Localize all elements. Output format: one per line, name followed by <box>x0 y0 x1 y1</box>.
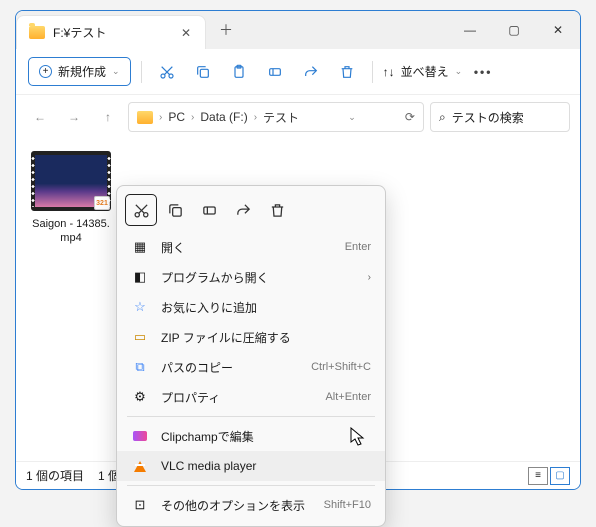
address-bar[interactable]: › PC › Data (F:) › テスト ⌄ ⟳ <box>128 102 424 132</box>
properties-icon: ⚙ <box>131 388 149 406</box>
ctx-copy-path[interactable]: ⧉パスのコピーCtrl+Shift+C <box>117 352 385 382</box>
new-button[interactable]: + 新規作成 ⌄ <box>28 57 131 86</box>
window-controls: ― ▢ ✕ <box>448 11 580 49</box>
ctx-cut-icon[interactable] <box>125 194 157 226</box>
open-icon: ▦ <box>131 238 149 256</box>
clipchamp-icon <box>131 427 149 445</box>
sort-button[interactable]: ↑↓ 並べ替え ⌄ <box>383 63 463 80</box>
forward-button[interactable]: → <box>60 103 88 131</box>
ctx-share-icon[interactable] <box>227 194 259 226</box>
chevron-right-icon: › <box>368 272 371 283</box>
up-button[interactable]: ↑ <box>94 103 122 131</box>
rename-icon[interactable] <box>260 57 290 87</box>
ctx-favorite[interactable]: ☆お気に入りに追加 <box>117 292 385 322</box>
chevron-right-icon: › <box>191 112 194 123</box>
tab-active[interactable]: F:¥テスト ✕ <box>16 15 206 49</box>
new-label: 新規作成 <box>58 63 106 80</box>
tab-title: F:¥テスト <box>53 24 171 41</box>
search-box[interactable]: ⌕ テストの検索 <box>430 102 570 132</box>
folder-icon <box>29 26 45 39</box>
ctx-open-with[interactable]: ◧プログラムから開く› <box>117 262 385 292</box>
back-button[interactable]: ← <box>26 103 54 131</box>
paste-icon[interactable] <box>224 57 254 87</box>
ctx-properties[interactable]: ⚙プロパティAlt+Enter <box>117 382 385 412</box>
crumb-drive[interactable]: Data (F:) <box>200 110 247 124</box>
delete-icon[interactable] <box>332 57 362 87</box>
copy-icon[interactable] <box>188 57 218 87</box>
chevron-right-icon: › <box>159 112 162 123</box>
chevron-down-icon: ⌄ <box>455 66 463 77</box>
ctx-copy-icon[interactable] <box>159 194 191 226</box>
ctx-zip[interactable]: ▭ZIP ファイルに圧縮する <box>117 322 385 352</box>
ctx-clipchamp[interactable]: Clipchampで編集 <box>117 421 385 451</box>
file-name: Saigon - 14385.mp4 <box>28 217 114 246</box>
openwith-icon: ◧ <box>131 268 149 286</box>
chevron-down-icon[interactable]: ⌄ <box>348 112 356 123</box>
ctx-open[interactable]: ▦開くEnter <box>117 232 385 262</box>
ctx-rename-icon[interactable] <box>193 194 225 226</box>
ctx-vlc[interactable]: VLC media player <box>117 451 385 481</box>
crumb-pc[interactable]: PC <box>168 110 185 124</box>
copypath-icon: ⧉ <box>131 358 149 376</box>
search-placeholder: テストの検索 <box>452 109 524 126</box>
share-icon[interactable] <box>296 57 326 87</box>
crumb-folder[interactable]: テスト <box>263 109 299 126</box>
sort-label: 並べ替え <box>401 63 449 80</box>
zip-icon: ▭ <box>131 328 149 346</box>
refresh-icon[interactable]: ⟳ <box>405 110 415 124</box>
context-menu: ▦開くEnter ◧プログラムから開く› ☆お気に入りに追加 ▭ZIP ファイル… <box>116 185 386 527</box>
star-icon: ☆ <box>131 298 149 316</box>
plus-icon: + <box>39 65 52 78</box>
video-thumbnail: 321 <box>31 151 111 211</box>
minimize-button[interactable]: ― <box>448 11 492 49</box>
chevron-down-icon: ⌄ <box>112 66 120 77</box>
titlebar: F:¥テスト ✕ ＋ ― ▢ ✕ <box>16 11 580 49</box>
search-icon: ⌕ <box>439 110 446 125</box>
more-icon: ⊡ <box>131 496 149 514</box>
list-view-button[interactable]: ≡ <box>528 467 548 485</box>
vlc-icon <box>131 457 149 475</box>
sort-icon: ↑↓ <box>383 65 395 79</box>
navbar: ← → ↑ › PC › Data (F:) › テスト ⌄ ⟳ ⌕ テストの検… <box>16 95 580 139</box>
maximize-button[interactable]: ▢ <box>492 11 536 49</box>
cursor-icon <box>350 427 366 447</box>
context-quick-actions <box>117 192 385 232</box>
new-tab-button[interactable]: ＋ <box>206 11 246 49</box>
folder-icon <box>137 111 153 124</box>
chevron-right-icon: › <box>254 112 257 123</box>
toolbar: + 新規作成 ⌄ ↑↓ 並べ替え ⌄ ••• <box>16 49 580 95</box>
file-item[interactable]: 321 Saigon - 14385.mp4 <box>28 151 114 246</box>
ctx-delete-icon[interactable] <box>261 194 293 226</box>
status-items: 1 個の項目 <box>26 467 84 484</box>
close-tab-icon[interactable]: ✕ <box>179 26 193 40</box>
close-button[interactable]: ✕ <box>536 11 580 49</box>
ctx-more-options[interactable]: ⊡その他のオプションを表示Shift+F10 <box>117 490 385 520</box>
cut-icon[interactable] <box>152 57 182 87</box>
grid-view-button[interactable]: ▢ <box>550 467 570 485</box>
more-button[interactable]: ••• <box>468 57 498 87</box>
